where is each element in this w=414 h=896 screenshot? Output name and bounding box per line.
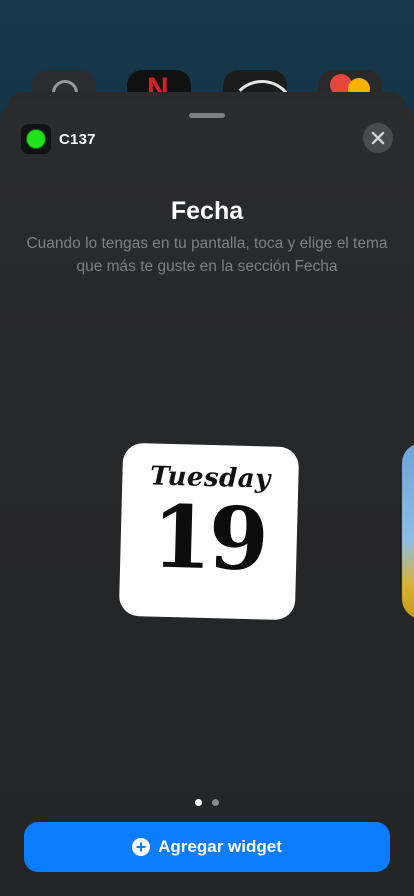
- page-dot-2[interactable]: [212, 799, 219, 806]
- date-widget-preview[interactable]: Tuesday 19: [118, 442, 300, 621]
- add-widget-label: Agregar widget: [158, 837, 282, 856]
- close-icon: [371, 131, 385, 145]
- widget-date-number: 19: [150, 486, 267, 591]
- sheet-grabber[interactable]: [189, 113, 225, 118]
- app-icon: [21, 124, 51, 154]
- page-indicator[interactable]: [0, 799, 414, 806]
- widget-gallery-sheet: C137 Fecha Cuando lo tengas en tu pantal…: [0, 100, 414, 896]
- next-widget-preview[interactable]: [402, 443, 414, 619]
- close-button[interactable]: [363, 123, 393, 153]
- page-dot-1[interactable]: [195, 799, 202, 806]
- app-header: C137: [21, 124, 96, 154]
- add-widget-button[interactable]: Agregar widget: [24, 822, 390, 872]
- widget-title: Fecha: [170, 197, 244, 225]
- green-dot-icon: [26, 129, 46, 149]
- widget-description: Cuando lo tengas en tu pantalla, toca y …: [26, 235, 388, 275]
- plus-circle-icon: [132, 838, 151, 856]
- app-name: C137: [59, 130, 96, 148]
